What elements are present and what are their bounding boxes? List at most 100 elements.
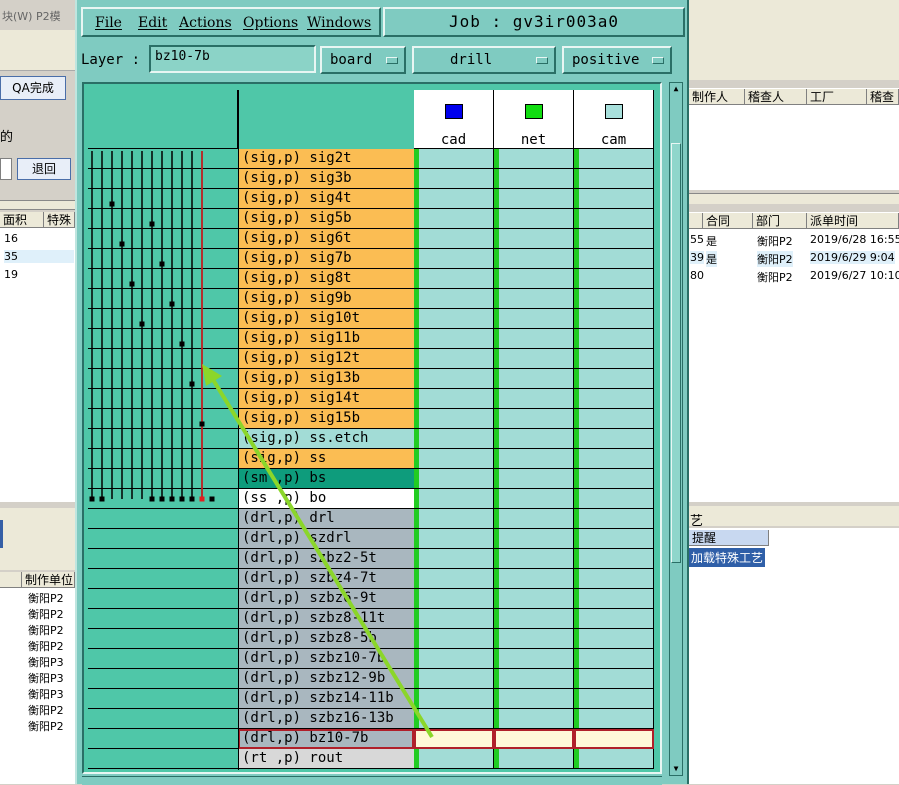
matrix-cell[interactable] (574, 309, 654, 329)
matrix-cell[interactable] (494, 649, 574, 669)
matrix-cell[interactable] (494, 469, 574, 489)
layer-row[interactable]: (drl,p) szdrl (238, 529, 414, 549)
matrix-cell[interactable] (494, 569, 574, 589)
matrix-cell[interactable] (574, 369, 654, 389)
matrix-cell[interactable] (574, 509, 654, 529)
layer-row[interactable]: (sig,p) sig14t (238, 389, 414, 409)
matrix-cell[interactable] (494, 309, 574, 329)
layer-row[interactable]: (sig,p) sig8t (238, 269, 414, 289)
layer-row[interactable]: (ss ,p) bo (238, 489, 414, 509)
matrix-cell[interactable] (574, 349, 654, 369)
matrix-cell[interactable] (414, 609, 494, 629)
layer-row[interactable]: (drl,p) szbz16-13b (238, 709, 414, 729)
matrix-cell[interactable] (574, 489, 654, 509)
column-header-net[interactable]: net (494, 90, 574, 149)
matrix-cell[interactable] (494, 549, 574, 569)
matrix-cell[interactable] (574, 629, 654, 649)
matrix-cell[interactable] (494, 369, 574, 389)
menu-file[interactable]: File (95, 15, 122, 31)
matrix-cell[interactable] (494, 629, 574, 649)
matrix-cell[interactable] (494, 189, 574, 209)
matrix-cell[interactable] (414, 629, 494, 649)
matrix-cell[interactable] (414, 689, 494, 709)
scroll-down-arrow-icon[interactable]: ▼ (671, 763, 681, 775)
vertical-scrollbar[interactable]: ▲ ▼ (669, 82, 683, 776)
matrix-cell[interactable] (574, 469, 654, 489)
matrix-cell[interactable] (414, 229, 494, 249)
layer-row[interactable]: (drl,p) szbz4-7t (238, 569, 414, 589)
matrix-cell[interactable] (574, 729, 654, 749)
layer-row[interactable]: (sig,p) sig12t (238, 349, 414, 369)
matrix-cell[interactable] (414, 149, 494, 169)
matrix-cell[interactable] (414, 169, 494, 189)
matrix-cell[interactable] (574, 609, 654, 629)
matrix-cell[interactable] (414, 549, 494, 569)
layer-row[interactable]: (sig,p) sig5b (238, 209, 414, 229)
layer-row[interactable]: (sig,p) sig2t (238, 149, 414, 169)
matrix-cell[interactable] (414, 269, 494, 289)
scroll-thumb[interactable] (671, 143, 681, 563)
board-dropdown[interactable]: board (320, 46, 406, 74)
layer-row[interactable]: (drl,p) szbz10-7b (238, 649, 414, 669)
matrix-cell[interactable] (414, 669, 494, 689)
column-header-cam[interactable]: cam (574, 90, 654, 149)
matrix-cell[interactable] (414, 449, 494, 469)
layer-row[interactable]: (drl,p) szbz12-9b (238, 669, 414, 689)
matrix-cell[interactable] (574, 589, 654, 609)
matrix-cell[interactable] (414, 469, 494, 489)
layer-row[interactable]: (sig,p) ss (238, 449, 414, 469)
matrix-cell[interactable] (494, 149, 574, 169)
matrix-cell[interactable] (494, 329, 574, 349)
drill-dropdown[interactable]: drill (412, 46, 556, 74)
matrix-cell[interactable] (414, 249, 494, 269)
layer-row[interactable]: (sig,p) sig3b (238, 169, 414, 189)
layer-input[interactable]: bz10-7b (149, 45, 316, 73)
column-header-cad[interactable]: cad (414, 90, 494, 149)
bg-small-input[interactable] (0, 158, 12, 180)
matrix-cell[interactable] (574, 229, 654, 249)
matrix-cell[interactable] (414, 589, 494, 609)
matrix-cell[interactable] (494, 589, 574, 609)
matrix-cell[interactable] (414, 409, 494, 429)
matrix-cell[interactable] (574, 149, 654, 169)
layer-row[interactable]: (drl,p) szbz6-9t (238, 589, 414, 609)
matrix-cell[interactable] (414, 429, 494, 449)
matrix-cell[interactable] (494, 449, 574, 469)
matrix-cell[interactable] (494, 229, 574, 249)
matrix-cell[interactable] (494, 409, 574, 429)
matrix-cell[interactable] (574, 429, 654, 449)
matrix-cell[interactable] (414, 189, 494, 209)
layer-row[interactable]: (rt ,p) rout (238, 749, 414, 769)
matrix-cell[interactable] (574, 169, 654, 189)
matrix-cell[interactable] (494, 729, 574, 749)
matrix-cell[interactable] (574, 249, 654, 269)
matrix-cell[interactable] (494, 709, 574, 729)
matrix-cell[interactable] (494, 269, 574, 289)
menu-edit[interactable]: Edit (138, 15, 167, 31)
matrix-cell[interactable] (574, 269, 654, 289)
matrix-cell[interactable] (574, 329, 654, 349)
matrix-cell[interactable] (574, 549, 654, 569)
layer-row[interactable]: (sig,p) sig11b (238, 329, 414, 349)
menu-actions[interactable]: Actions (179, 15, 232, 31)
matrix-cell[interactable] (494, 429, 574, 449)
layer-row[interactable]: (sig,p) sig13b (238, 369, 414, 389)
matrix-cell[interactable] (574, 389, 654, 409)
matrix-cell[interactable] (414, 529, 494, 549)
matrix-cell[interactable] (414, 369, 494, 389)
matrix-cell[interactable] (494, 209, 574, 229)
matrix-cell[interactable] (414, 349, 494, 369)
matrix-cell[interactable] (494, 749, 574, 769)
layer-row[interactable]: (sig,p) sig4t (238, 189, 414, 209)
layer-row[interactable]: (sig,p) sig9b (238, 289, 414, 309)
matrix-cell[interactable] (414, 569, 494, 589)
matrix-cell[interactable] (414, 329, 494, 349)
layer-row[interactable]: (sm ,p) bs (238, 469, 414, 489)
layer-row[interactable]: (drl,p) szbz14-11b (238, 689, 414, 709)
matrix-cell[interactable] (414, 729, 494, 749)
back-button[interactable]: 退回 (17, 158, 71, 180)
matrix-cell[interactable] (574, 749, 654, 769)
matrix-cell[interactable] (494, 349, 574, 369)
matrix-cell[interactable] (574, 529, 654, 549)
layer-row[interactable]: (drl,p) szbz8-11t (238, 609, 414, 629)
